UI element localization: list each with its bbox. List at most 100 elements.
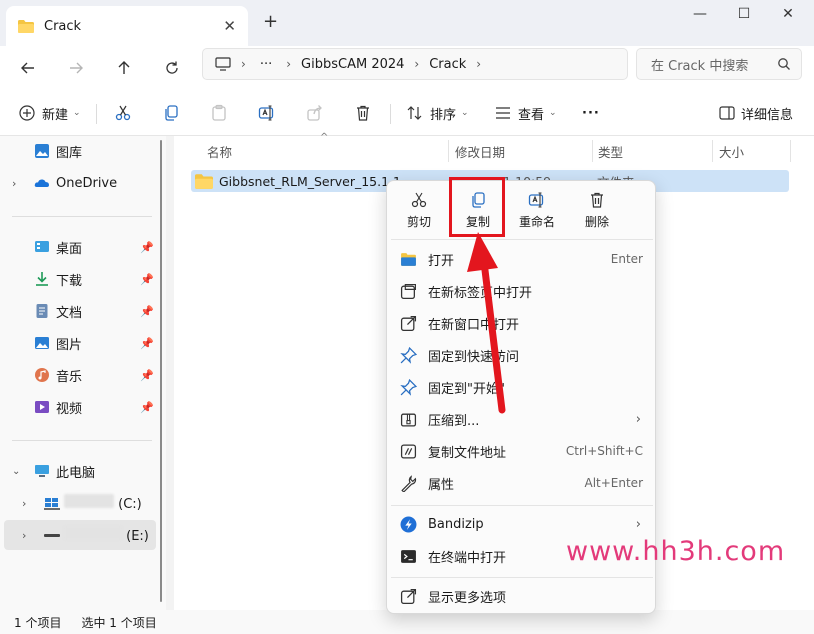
sidebar-item-drive-e[interactable]: › (E:) <box>4 520 156 550</box>
bandizip-icon <box>400 516 417 532</box>
chevron-right-icon[interactable]: › <box>12 177 16 190</box>
cut-action[interactable]: 剪切 <box>391 191 447 235</box>
column-header-name[interactable]: 名称 <box>207 142 232 161</box>
sidebar-item-gallery[interactable]: 图库 <box>0 136 156 166</box>
pin-icon[interactable]: 📌 <box>140 273 154 286</box>
rename-button[interactable] <box>258 102 276 124</box>
menu-item-compress[interactable]: 压缩到... › <box>387 403 657 435</box>
view-button[interactable]: 查看 ⌄ <box>494 102 557 124</box>
rename-action[interactable]: 重命名 <box>509 191 565 235</box>
refresh-button[interactable] <box>158 54 186 82</box>
menu-item-shortcut: Ctrl+Shift+C <box>565 444 643 458</box>
plus-circle-icon <box>19 105 35 121</box>
sidebar-item-downloads[interactable]: 下载 📌 <box>0 264 156 294</box>
zip-folder-icon <box>400 413 417 427</box>
menu-item-pin-start[interactable]: 固定到"开始" <box>387 371 657 403</box>
copy-button[interactable] <box>162 102 180 124</box>
sidebar-item-desktop[interactable]: 桌面 📌 <box>0 232 156 262</box>
sidebar-item-thispc[interactable]: ⌄ 此电脑 <box>0 456 156 486</box>
drive-c-letter: (C:) <box>118 497 142 512</box>
column-divider[interactable] <box>592 140 593 162</box>
sidebar-item-music[interactable]: 音乐 📌 <box>0 360 156 390</box>
column-divider[interactable] <box>712 140 713 162</box>
rename-label: 重命名 <box>518 215 555 229</box>
menu-item-open[interactable]: 打开 Enter <box>387 243 657 275</box>
cut-button[interactable] <box>114 102 132 124</box>
computer-icon <box>35 465 49 477</box>
chevron-right-icon[interactable]: › <box>22 497 26 510</box>
menu-item-open-new-tab[interactable]: 在新标签页中打开 <box>387 275 657 307</box>
up-button[interactable] <box>110 54 138 82</box>
column-header-type[interactable]: 类型 <box>598 142 623 161</box>
onedrive-cloud-icon <box>34 179 49 187</box>
up-arrow-icon <box>118 61 130 74</box>
sidebar-item-drive-c[interactable]: › (C:) <box>0 488 156 518</box>
more-options-button[interactable]: ··· <box>582 102 600 124</box>
menu-item-pin-quick-access[interactable]: 固定到快速访问 <box>387 339 657 371</box>
menu-item-more-options[interactable]: 显示更多选项 <box>387 580 657 612</box>
folder-open-icon <box>401 252 416 266</box>
sidebar-item-onedrive[interactable]: › OneDrive <box>0 168 156 198</box>
paste-button[interactable] <box>210 102 228 124</box>
chevron-down-icon: ⌄ <box>73 108 81 118</box>
share-button[interactable] <box>306 102 324 124</box>
menu-divider <box>391 239 653 240</box>
wrench-icon <box>401 474 417 492</box>
breadcrumb-overflow[interactable]: ··· <box>260 57 272 72</box>
command-bar: 新建 ⌄ 排序 ⌄ 查看 ⌄ ··· 详细信息 <box>0 90 814 136</box>
pin-icon[interactable]: 📌 <box>140 337 154 350</box>
forward-button[interactable] <box>62 54 90 82</box>
details-pane-button[interactable]: 详细信息 <box>718 102 793 124</box>
back-button[interactable] <box>14 54 42 82</box>
menu-item-copy-path[interactable]: 复制文件地址 Ctrl+Shift+C <box>387 435 657 467</box>
column-divider[interactable] <box>790 140 791 162</box>
sidebar-item-videos[interactable]: 视频 📌 <box>0 392 156 422</box>
pictures-icon <box>35 337 49 349</box>
maximize-button[interactable]: ☐ <box>724 6 764 28</box>
menu-item-open-new-window[interactable]: 在新窗口中打开 <box>387 307 657 339</box>
breadcrumb-crack[interactable]: Crack <box>429 57 466 72</box>
copy-icon <box>165 105 178 121</box>
new-tab-button[interactable]: + <box>263 11 278 32</box>
sidebar-item-label: 音乐 <box>56 369 83 385</box>
minimize-button[interactable]: — <box>680 6 720 28</box>
close-button[interactable]: ✕ <box>768 6 808 28</box>
column-header-date[interactable]: 修改日期 <box>455 142 505 161</box>
pin-icon[interactable]: 📌 <box>140 241 154 254</box>
column-header-size[interactable]: 大小 <box>719 142 744 161</box>
download-icon <box>36 272 48 286</box>
sidebar-scrollbar[interactable] <box>158 136 164 606</box>
windows-drive-icon <box>44 498 60 510</box>
toolbar-divider <box>390 104 391 124</box>
breadcrumb[interactable]: › ··· › GibbsCAM 2024 › Crack › <box>202 48 628 80</box>
chevron-right-icon: › <box>635 411 641 427</box>
sidebar-item-documents[interactable]: 文档 📌 <box>0 296 156 326</box>
toolbar-divider <box>96 104 97 124</box>
pin-icon[interactable]: 📌 <box>140 305 154 318</box>
drive-icon <box>44 534 60 537</box>
menu-item-label: 复制文件地址 <box>428 445 507 461</box>
search-input[interactable]: 在 Crack 中搜索 <box>636 48 802 80</box>
document-icon <box>36 304 48 318</box>
scissors-icon <box>115 105 131 121</box>
menu-item-properties[interactable]: 属性 Alt+Enter <box>387 467 657 499</box>
pin-icon <box>400 346 417 364</box>
tab-crack[interactable]: Crack ✕ <box>6 6 248 46</box>
sidebar-item-pictures[interactable]: 图片 📌 <box>0 328 156 358</box>
breadcrumb-gibbscam[interactable]: GibbsCAM 2024 <box>301 57 404 72</box>
pin-icon[interactable]: 📌 <box>140 401 154 414</box>
menu-item-label: 在终端中打开 <box>428 550 507 566</box>
sort-button[interactable]: 排序 ⌄ <box>406 102 469 124</box>
selected-count: 选中 1 个项目 <box>81 615 157 630</box>
tab-close-icon[interactable]: ✕ <box>223 17 236 35</box>
delete-action[interactable]: 删除 <box>569 191 625 235</box>
column-divider[interactable] <box>448 140 449 162</box>
chevron-right-icon[interactable]: › <box>22 529 26 542</box>
sidebar-divider <box>12 440 152 441</box>
sidebar-item-label: (C:) <box>64 494 142 512</box>
delete-button[interactable] <box>354 102 372 124</box>
new-tab-icon <box>400 283 416 299</box>
pin-icon[interactable]: 📌 <box>140 369 154 382</box>
chevron-down-icon[interactable]: ⌄ <box>12 466 20 477</box>
new-button[interactable]: 新建 ⌄ <box>18 102 81 124</box>
